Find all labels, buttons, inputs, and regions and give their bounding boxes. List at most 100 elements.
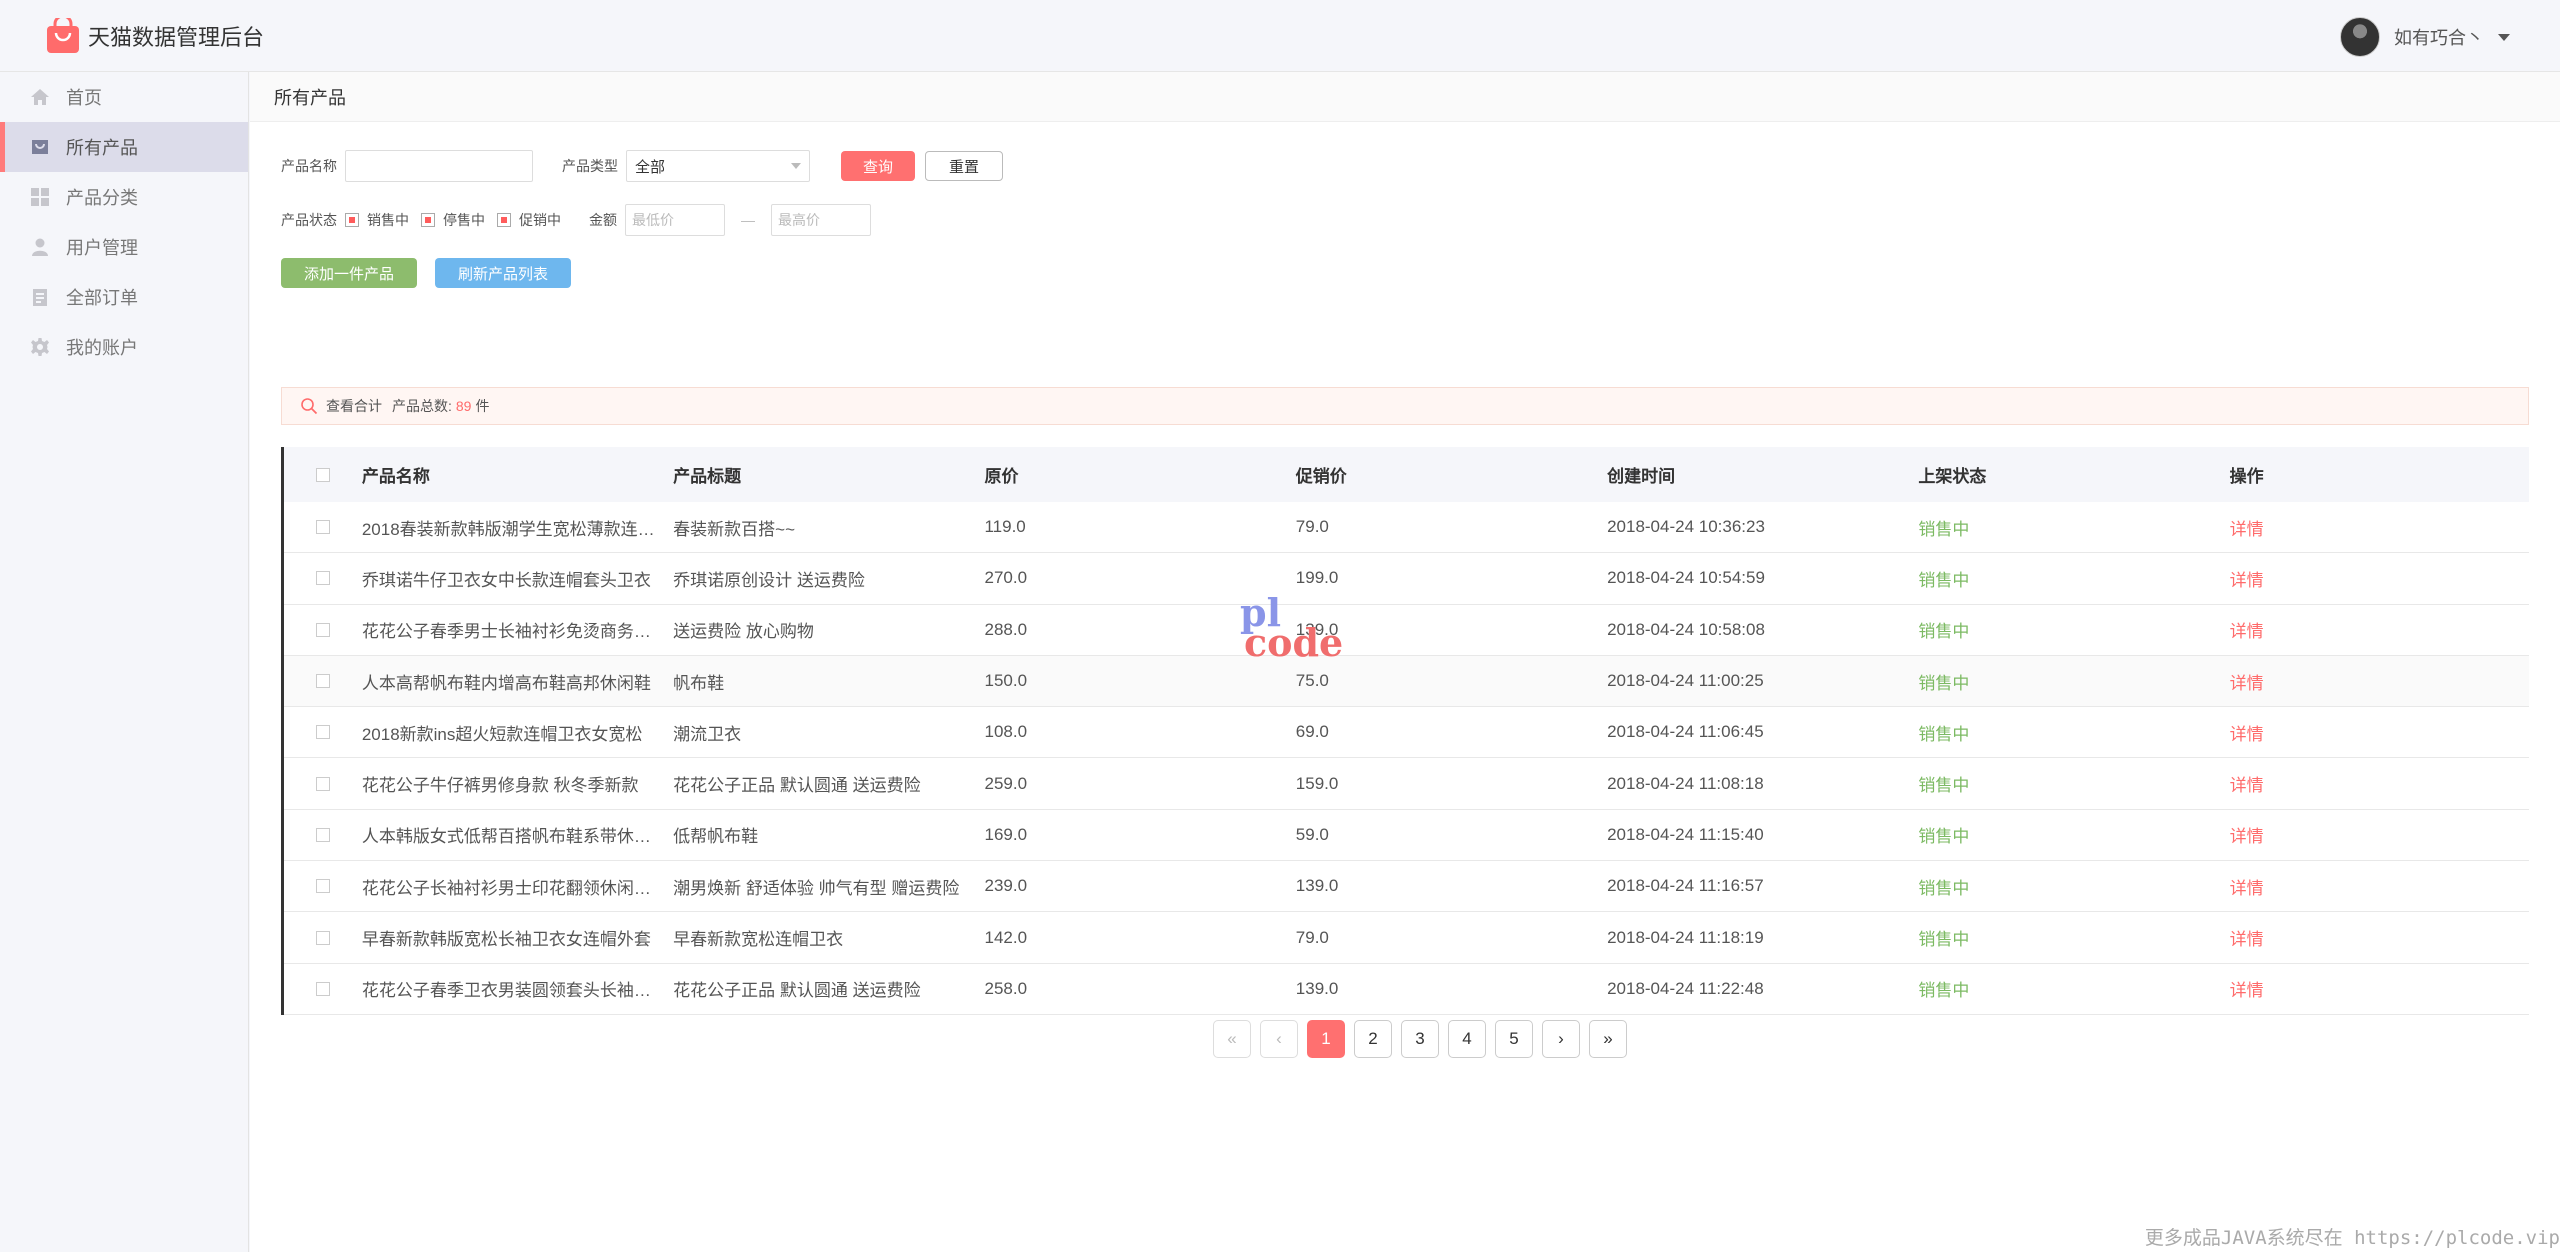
page-button-2[interactable]: 2 xyxy=(1354,1020,1392,1058)
table-row: 早春新款韩版宽松长袖卫衣女连帽外套 早春新款宽松连帽卫衣 142.0 79.0 … xyxy=(284,912,2529,964)
cell-title: 送运费险 放心购物 xyxy=(673,622,814,642)
status-stopped-label[interactable]: 停售中 xyxy=(443,210,485,230)
status-on-sale-checkbox[interactable] xyxy=(345,213,359,227)
cell-title: 早春新款宽松连帽卫衣 xyxy=(673,930,844,950)
row-checkbox[interactable] xyxy=(315,674,330,689)
product-name-input[interactable] xyxy=(345,150,533,182)
row-checkbox-cell xyxy=(284,776,362,791)
filter-row-1: 产品名称 产品类型 全部 查询 重置 xyxy=(281,150,1003,182)
user-name[interactable]: 如有巧合丶 xyxy=(2394,24,2484,50)
status-badge: 销售中 xyxy=(1918,622,1970,642)
sidebar-item-categories[interactable]: 产品分类 xyxy=(0,172,248,222)
price-range-dash: — xyxy=(741,212,755,228)
first-page-button[interactable]: « xyxy=(1213,1020,1251,1058)
cell-promo-price: 79.0 xyxy=(1295,517,1329,537)
product-name-label: 产品名称 xyxy=(281,158,337,174)
page-button-4[interactable]: 4 xyxy=(1448,1020,1486,1058)
header-name: 产品名称 xyxy=(361,467,430,486)
status-badge: 销售中 xyxy=(1918,673,1970,693)
header-status: 上架状态 xyxy=(1918,467,1987,486)
table-row: 花花公子春季卫衣男装圆领套头长袖T恤 花花公子正品 默认圆通 送运费险 258.… xyxy=(284,964,2529,1015)
status-on-sale-label[interactable]: 销售中 xyxy=(367,210,409,230)
sidebar-item-label: 产品分类 xyxy=(66,188,138,208)
cell-created: 2018-04-24 11:15:40 xyxy=(1607,824,1764,844)
row-checkbox[interactable] xyxy=(315,622,330,637)
min-price-input[interactable] xyxy=(625,204,725,236)
status-badge: 销售中 xyxy=(1918,827,1970,847)
cell-title: 花花公子正品 默认圆通 送运费险 xyxy=(673,776,921,796)
app-logo[interactable]: 天猫数据管理后台 xyxy=(46,17,264,54)
main-content: 所有产品 产品名称 产品类型 全部 查询 重置 产品状态 销售中 停售中 促销中… xyxy=(250,72,2560,1252)
row-checkbox[interactable] xyxy=(315,520,330,535)
row-checkbox-cell xyxy=(284,930,362,945)
sidebar-item-products[interactable]: 所有产品 xyxy=(0,122,248,172)
row-checkbox-cell xyxy=(284,725,362,740)
row-checkbox[interactable] xyxy=(315,879,330,894)
header-actions: 操作 xyxy=(2229,467,2264,486)
cell-price: 142.0 xyxy=(984,927,1028,947)
cell-name: 2018新款ins超火短款连帽卫衣女宽松 xyxy=(361,724,643,744)
cell-name: 花花公子春季男士长袖衬衫免烫商务休闲 xyxy=(361,622,668,642)
cell-promo-price: 139.0 xyxy=(1295,978,1339,998)
reset-button[interactable]: 重置 xyxy=(925,151,1003,181)
avatar[interactable] xyxy=(2340,17,2380,57)
detail-link[interactable]: 详情 xyxy=(2230,822,2529,847)
detail-link[interactable]: 详情 xyxy=(2230,976,2529,1001)
page-title: 所有产品 xyxy=(250,72,2560,122)
refresh-list-button[interactable]: 刷新产品列表 xyxy=(435,258,571,288)
sidebar: 首页 所有产品 产品分类 用户管理 全部订单 我的账户 xyxy=(0,72,249,1252)
query-button[interactable]: 查询 xyxy=(841,151,915,181)
user-menu[interactable]: 如有巧合丶 xyxy=(2340,17,2510,57)
detail-link[interactable]: 详情 xyxy=(2230,925,2529,950)
max-price-input[interactable] xyxy=(771,204,871,236)
amount-label: 金额 xyxy=(589,212,617,228)
cell-created: 2018-04-24 11:16:57 xyxy=(1607,876,1764,896)
row-checkbox[interactable] xyxy=(315,776,330,791)
status-stopped-checkbox[interactable] xyxy=(421,213,435,227)
sidebar-item-orders[interactable]: 全部订单 xyxy=(0,272,248,322)
prev-page-button[interactable]: ‹ xyxy=(1260,1020,1298,1058)
last-page-button[interactable]: » xyxy=(1589,1020,1627,1058)
row-checkbox[interactable] xyxy=(315,571,330,586)
row-checkbox-cell xyxy=(284,674,362,689)
detail-link[interactable]: 详情 xyxy=(2230,874,2529,899)
cell-price: 259.0 xyxy=(984,773,1028,793)
table-header: 产品名称 产品标题 原价 促销价 创建时间 上架状态 操作 xyxy=(284,447,2529,502)
next-page-button[interactable]: › xyxy=(1542,1020,1580,1058)
status-promo-label[interactable]: 促销中 xyxy=(519,210,561,230)
order-icon xyxy=(30,287,50,307)
detail-link[interactable]: 详情 xyxy=(2230,617,2529,642)
add-product-button[interactable]: 添加一件产品 xyxy=(281,258,417,288)
sidebar-item-users[interactable]: 用户管理 xyxy=(0,222,248,272)
sidebar-item-home[interactable]: 首页 xyxy=(0,72,248,122)
page-button-1[interactable]: 1 xyxy=(1307,1020,1345,1058)
detail-link[interactable]: 详情 xyxy=(2230,771,2529,796)
product-type-label: 产品类型 xyxy=(562,158,618,174)
status-promo-checkbox[interactable] xyxy=(497,213,511,227)
header-checkbox-cell xyxy=(284,467,362,482)
page-button-5[interactable]: 5 xyxy=(1495,1020,1533,1058)
page-button-3[interactable]: 3 xyxy=(1401,1020,1439,1058)
row-checkbox[interactable] xyxy=(315,827,330,842)
row-checkbox[interactable] xyxy=(315,725,330,740)
row-checkbox[interactable] xyxy=(315,930,330,945)
detail-link[interactable]: 详情 xyxy=(2230,566,2529,591)
status-badge: 销售中 xyxy=(1918,776,1970,796)
product-type-select[interactable]: 全部 xyxy=(626,150,810,182)
status-badge: 销售中 xyxy=(1918,930,1970,950)
table-row: 2018新款ins超火短款连帽卫衣女宽松 潮流卫衣 108.0 69.0 201… xyxy=(284,707,2529,759)
detail-link[interactable]: 详情 xyxy=(2230,669,2529,694)
cell-title: 帆布鞋 xyxy=(673,673,725,693)
gear-icon xyxy=(30,337,50,357)
detail-link[interactable]: 详情 xyxy=(2230,515,2529,540)
sidebar-item-account[interactable]: 我的账户 xyxy=(0,322,248,372)
chevron-down-icon[interactable] xyxy=(2498,33,2510,41)
cell-created: 2018-04-24 11:06:45 xyxy=(1607,722,1764,742)
row-checkbox[interactable] xyxy=(315,981,330,996)
sidebar-item-label: 首页 xyxy=(66,88,102,108)
filter-row-2: 产品状态 销售中 停售中 促销中 金额 — xyxy=(281,204,871,236)
cell-created: 2018-04-24 11:18:19 xyxy=(1607,927,1764,947)
product-status-label: 产品状态 xyxy=(281,212,337,228)
select-all-checkbox[interactable] xyxy=(315,467,330,482)
detail-link[interactable]: 详情 xyxy=(2230,720,2529,745)
